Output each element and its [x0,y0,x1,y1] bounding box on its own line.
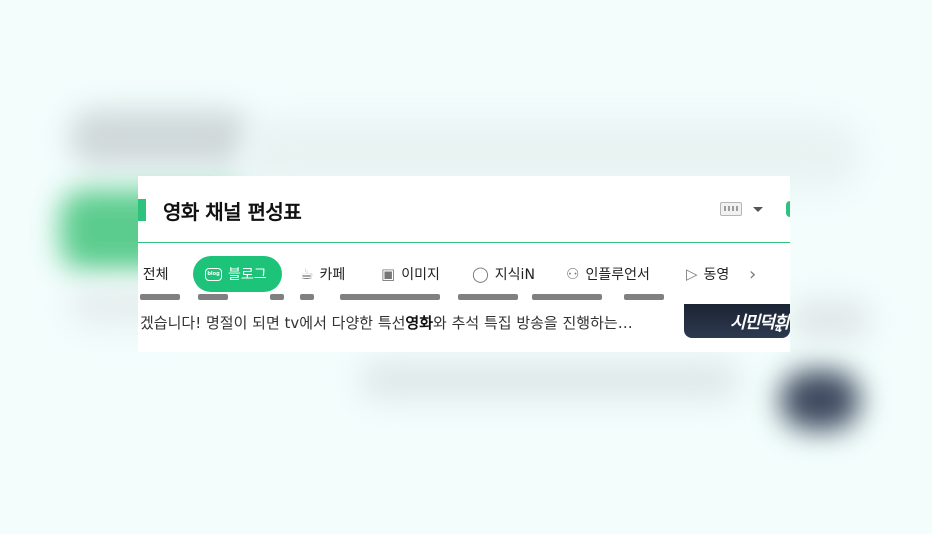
snippet-highlight: 영화 [405,314,434,332]
bg-blur [360,360,740,400]
result-snippet[interactable]: 겠습니다! 명절이 되면 tv에서 다양한 특선영화와 추석 특집 방송을 진행… [140,312,676,333]
tab-label: 카페 [319,267,346,283]
clipped-text-line [140,294,676,306]
bg-blur [790,300,870,340]
tab-label: 블로그 [228,267,267,283]
person-icon: ⚇ [566,264,580,283]
tab-cafe[interactable]: ☕ 카페 [300,256,345,292]
tab-image[interactable]: ▣ 이미지 [381,256,440,292]
play-icon: ▷ [686,264,698,283]
tab-influencer[interactable]: ⚇ 인플루언서 [566,256,650,292]
snippet-text: 와 추석 특집 방송을 진행하는… [433,314,633,332]
caret-down-icon[interactable] [753,207,763,212]
thumbnail-count-badge: 4 [775,324,782,335]
search-query-title[interactable]: 영화 채널 편성표 [163,196,302,225]
snippet-text: 겠습니다! 명절이 되면 tv에서 다양한 특선 [140,314,406,332]
tab-label: 동영 [703,267,730,283]
search-header: 영화 채널 편성표 [138,176,790,243]
keyboard-icon[interactable] [720,202,742,216]
image-icon: ▣ [381,264,396,283]
tab-blog[interactable]: blog 블로그 [193,256,282,292]
tab-all[interactable]: ⁞ 전체 [138,256,169,292]
result-thumbnail[interactable]: 시민덕희 4 [684,304,790,338]
search-card: 영화 채널 편성표 ⁞ 전체 blog 블로그 ☕ 카페 ▣ 이미지 ◯ 지식i… [138,176,790,352]
tab-label: 지식iN [494,267,535,283]
bg-blur [70,110,250,166]
kin-icon: ◯ [472,264,489,283]
blog-icon: blog [205,267,222,281]
tab-label: 전체 [142,267,169,283]
search-button-edge[interactable] [786,201,790,217]
tab-video[interactable]: ▷ 동영 [686,256,729,292]
cafe-cup-icon: ☕ [300,264,314,283]
tab-label: 인플루언서 [585,267,650,283]
bg-blur [780,370,860,430]
tab-kin[interactable]: ◯ 지식iN [472,256,535,292]
chevron-right-icon[interactable]: › [749,264,756,285]
header-accent-bar [138,199,146,221]
tab-label: 이미지 [401,267,440,283]
search-tabs: ⁞ 전체 blog 블로그 ☕ 카페 ▣ 이미지 ◯ 지식iN ⚇ 인플루언서 … [138,256,790,292]
